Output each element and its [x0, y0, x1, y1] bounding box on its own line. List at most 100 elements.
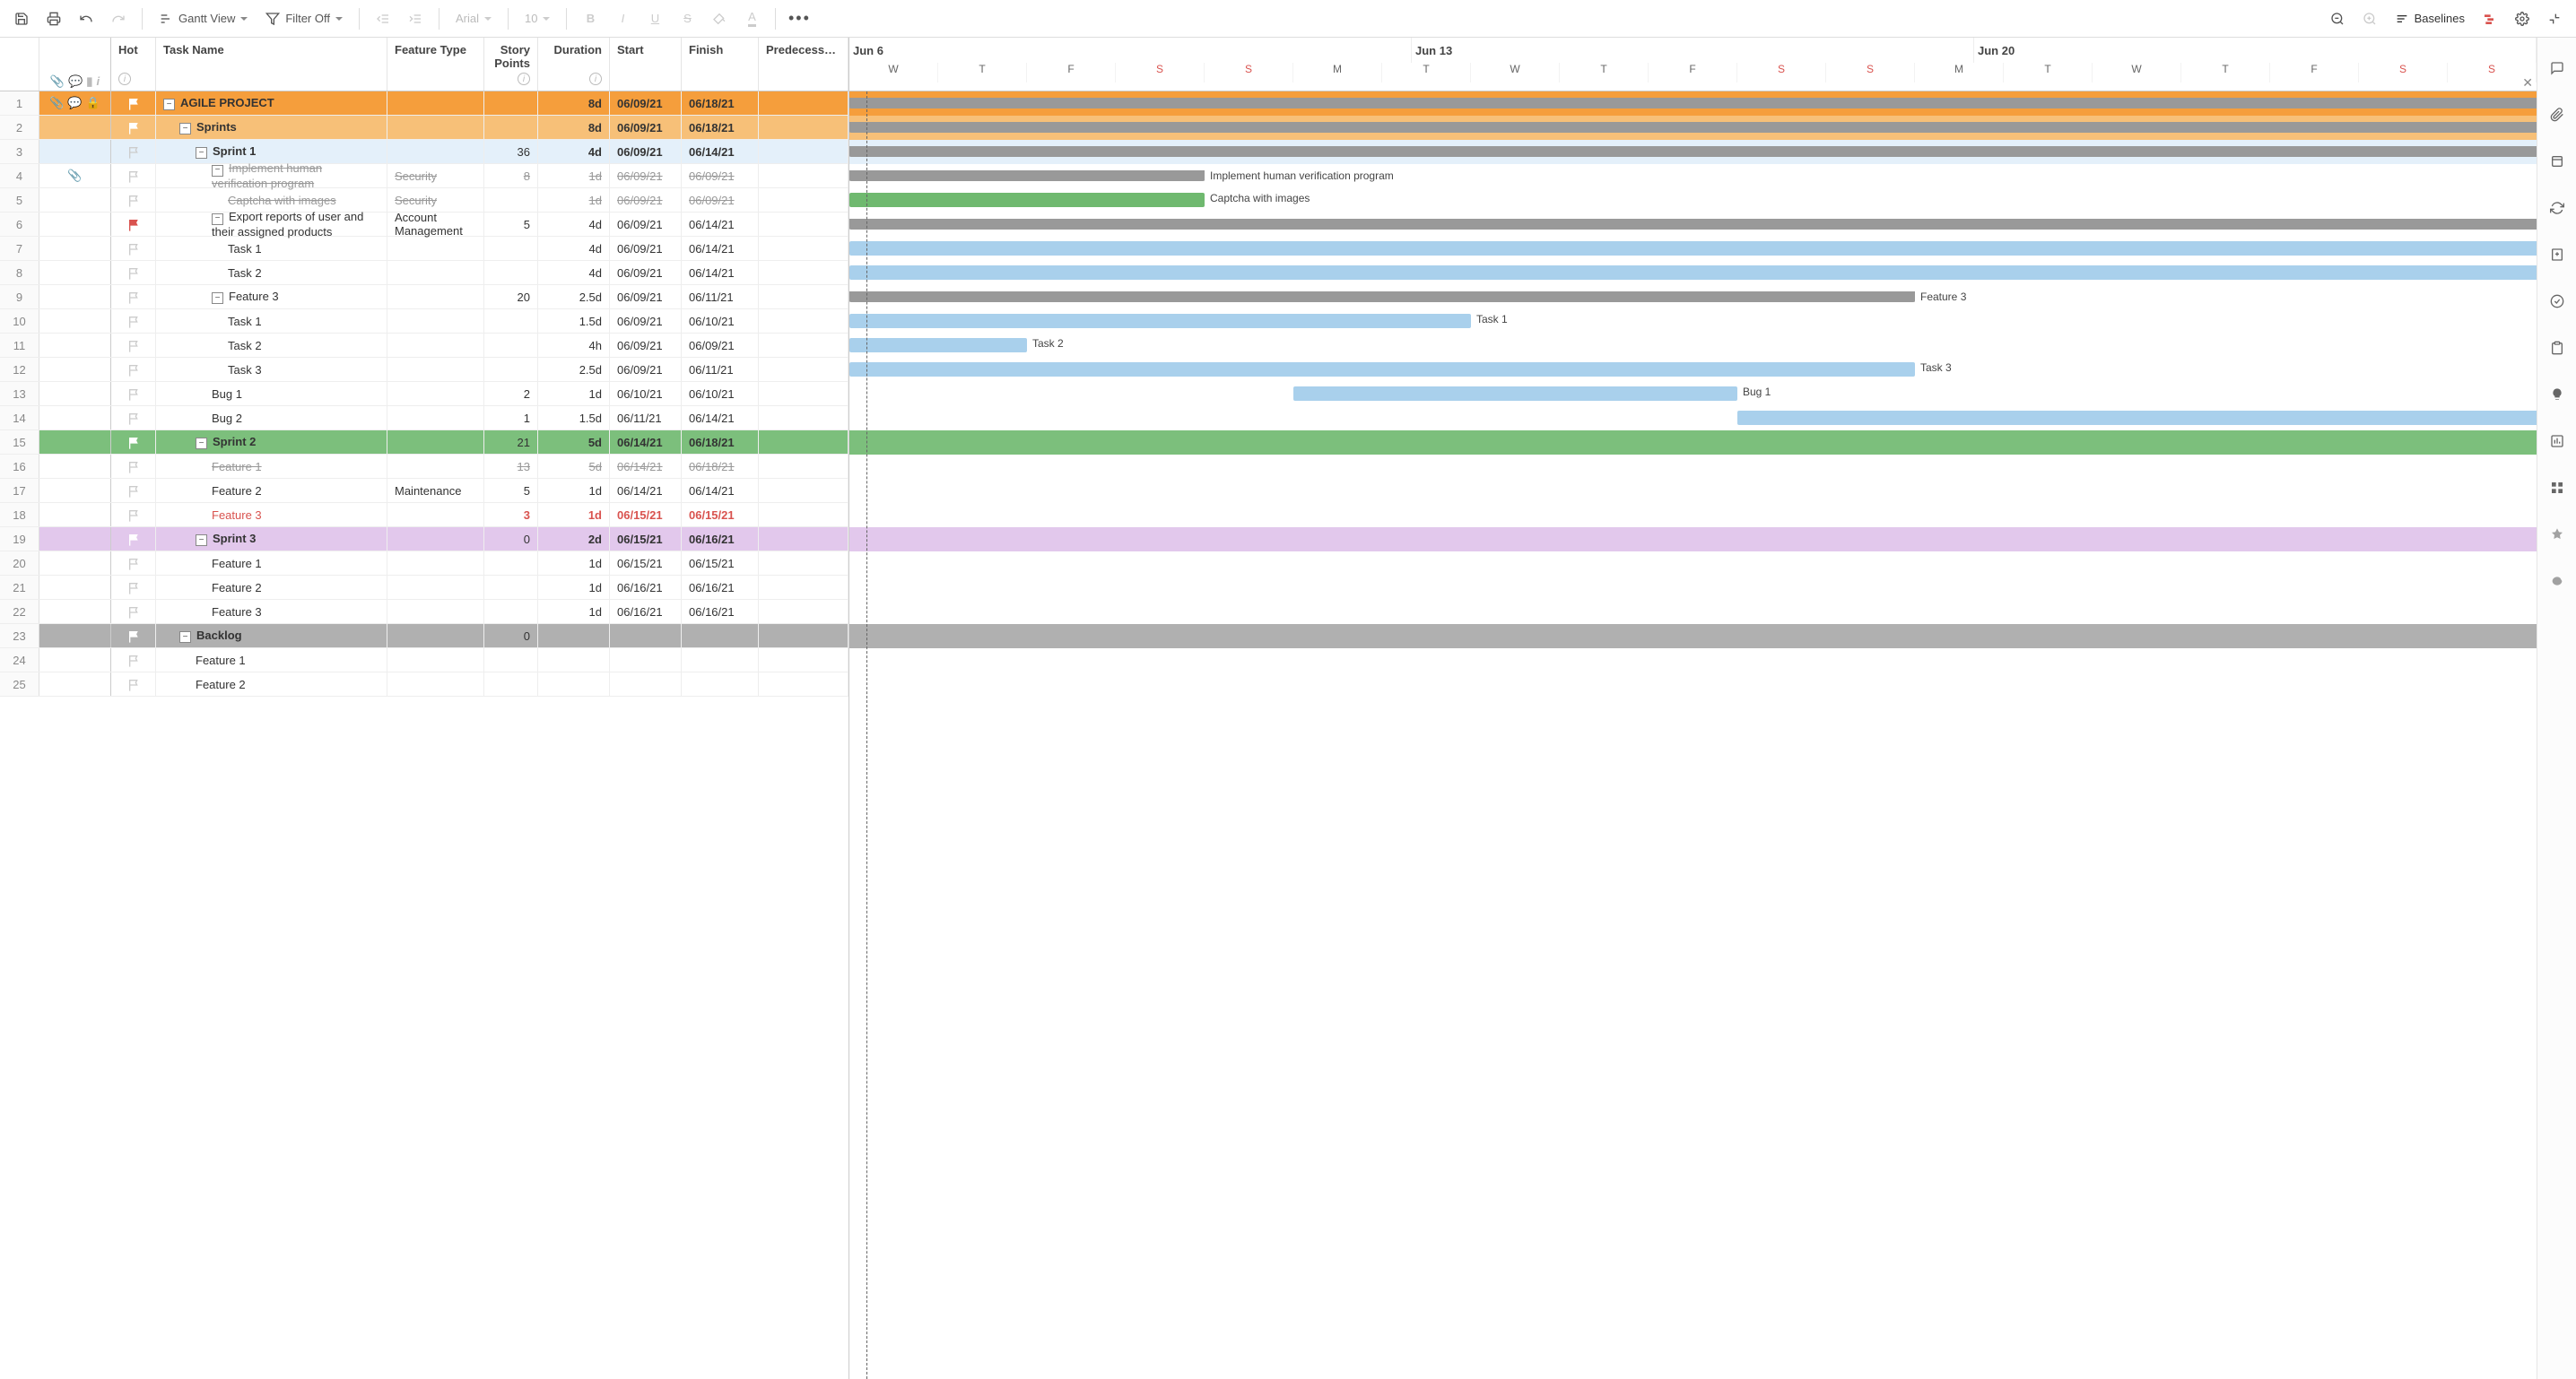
feature-type-cell[interactable]	[387, 430, 484, 454]
flag-icon[interactable]	[127, 412, 140, 424]
flag-icon[interactable]	[127, 121, 140, 134]
finish-cell[interactable]: 06/09/21	[682, 334, 759, 357]
task-name-cell[interactable]: −Sprint 1	[156, 140, 387, 163]
fill-color-button[interactable]	[705, 4, 734, 33]
start-cell[interactable]: 06/15/21	[610, 527, 682, 551]
feature-type-cell[interactable]	[387, 285, 484, 308]
duration-cell[interactable]	[538, 648, 610, 672]
table-row[interactable]: 7Task 14d06/09/2106/14/21	[0, 237, 849, 261]
hot-cell[interactable]	[111, 91, 156, 115]
finish-cell[interactable]: 06/18/21	[682, 455, 759, 478]
gantt-bar[interactable]: Implement human verification program	[849, 170, 1205, 181]
grid-icon[interactable]	[2546, 477, 2568, 499]
gantt-bar[interactable]: Captcha with images	[849, 193, 1205, 207]
feature-type-cell[interactable]: Maintenance	[387, 479, 484, 502]
collapse-toggle[interactable]: −	[179, 631, 191, 643]
font-selector[interactable]: Arial	[448, 4, 499, 33]
feature-type-cell[interactable]	[387, 648, 484, 672]
lock-icon[interactable]: 🔒	[86, 96, 100, 110]
column-start[interactable]: Start	[610, 38, 682, 91]
table-row[interactable]: 22Feature 31d06/16/2106/16/21	[0, 600, 849, 624]
clipboard-icon[interactable]	[2546, 337, 2568, 359]
column-hot[interactable]: Hoti	[111, 38, 156, 91]
comment-icon[interactable]: 💬	[67, 96, 82, 110]
proofing-icon[interactable]	[2546, 244, 2568, 265]
finish-cell[interactable]: 06/18/21	[682, 116, 759, 139]
hot-cell[interactable]	[111, 140, 156, 163]
underline-button[interactable]: U	[640, 4, 669, 33]
start-cell[interactable]: 06/09/21	[610, 91, 682, 115]
table-row[interactable]: 13Bug 121d06/10/2106/10/21	[0, 382, 849, 406]
attachment-icon[interactable]: 📎	[67, 169, 82, 183]
start-cell[interactable]: 06/16/21	[610, 576, 682, 599]
row-number[interactable]: 9	[0, 285, 39, 308]
table-row[interactable]: 24Feature 1	[0, 648, 849, 672]
duration-cell[interactable]: 5d	[538, 455, 610, 478]
duration-cell[interactable]: 1d	[538, 164, 610, 187]
gantt-bar[interactable]: Task 1	[849, 241, 2537, 256]
flag-icon[interactable]	[127, 678, 140, 690]
story-points-cell[interactable]: 0	[484, 624, 538, 647]
hot-cell[interactable]	[111, 309, 156, 333]
predecessor-cell[interactable]	[759, 624, 849, 647]
feature-type-cell[interactable]	[387, 116, 484, 139]
outdent-button[interactable]	[369, 4, 397, 33]
story-points-cell[interactable]	[484, 358, 538, 381]
collapse-toggle[interactable]: −	[212, 165, 223, 177]
gantt-bar[interactable]: Task 1	[849, 314, 1471, 328]
hot-cell[interactable]	[111, 164, 156, 187]
row-number[interactable]: 3	[0, 140, 39, 163]
gantt-row[interactable]	[849, 648, 2537, 672]
hot-cell[interactable]	[111, 237, 156, 260]
indent-button[interactable]	[401, 4, 430, 33]
start-cell[interactable]: 06/09/21	[610, 237, 682, 260]
duration-cell[interactable]: 4d	[538, 140, 610, 163]
feature-type-cell[interactable]	[387, 406, 484, 429]
redo-button[interactable]	[104, 4, 133, 33]
duration-cell[interactable]: 1d	[538, 382, 610, 405]
flag-icon[interactable]	[127, 557, 140, 569]
row-number[interactable]: 22	[0, 600, 39, 623]
feature-type-cell[interactable]	[387, 576, 484, 599]
task-name-cell[interactable]: Feature 1	[156, 455, 387, 478]
task-name-cell[interactable]: Feature 2	[156, 672, 387, 696]
start-cell[interactable]: 06/09/21	[610, 334, 682, 357]
task-name-cell[interactable]: −AGILE PROJECT	[156, 91, 387, 115]
task-name-cell[interactable]: Feature 3	[156, 503, 387, 526]
collapse-toggle[interactable]: −	[163, 99, 175, 110]
task-name-cell[interactable]: Bug 2	[156, 406, 387, 429]
hot-cell[interactable]	[111, 527, 156, 551]
predecessor-cell[interactable]	[759, 527, 849, 551]
gantt-bar[interactable]: Feature 3	[849, 291, 1915, 302]
duration-cell[interactable]: 4d	[538, 261, 610, 284]
column-story-points[interactable]: Story Pointsi	[484, 38, 538, 91]
task-name-cell[interactable]: Feature 1	[156, 551, 387, 575]
story-points-cell[interactable]: 5	[484, 212, 538, 236]
flag-icon[interactable]	[127, 97, 140, 109]
predecessor-cell[interactable]	[759, 576, 849, 599]
duration-cell[interactable]	[538, 672, 610, 696]
row-number[interactable]: 8	[0, 261, 39, 284]
flag-icon[interactable]	[127, 266, 140, 279]
collapse-button[interactable]	[2540, 4, 2569, 33]
table-row[interactable]: 8Task 24d06/09/2106/14/21	[0, 261, 849, 285]
table-row[interactable]: 6−Export reports of user and their assig…	[0, 212, 849, 237]
predecessor-cell[interactable]	[759, 309, 849, 333]
hot-cell[interactable]	[111, 261, 156, 284]
table-row[interactable]: 1📎💬🔒−AGILE PROJECT8d06/09/2106/18/21	[0, 91, 849, 116]
italic-button[interactable]: I	[608, 4, 637, 33]
start-cell[interactable]: 06/10/21	[610, 382, 682, 405]
finish-cell[interactable]	[682, 648, 759, 672]
table-row[interactable]: 17Feature 2Maintenance51d06/14/2106/14/2…	[0, 479, 849, 503]
start-cell[interactable]: 06/09/21	[610, 261, 682, 284]
gantt-row[interactable]: Task 1	[849, 309, 2537, 334]
collapse-toggle[interactable]: −	[212, 292, 223, 304]
finish-cell[interactable]	[682, 672, 759, 696]
column-feature-type[interactable]: Feature Type	[387, 38, 484, 91]
hot-cell[interactable]	[111, 600, 156, 623]
row-number[interactable]: 24	[0, 648, 39, 672]
predecessor-cell[interactable]	[759, 188, 849, 212]
finish-cell[interactable]: 06/10/21	[682, 382, 759, 405]
feature-type-cell[interactable]	[387, 358, 484, 381]
duration-cell[interactable]: 1d	[538, 576, 610, 599]
